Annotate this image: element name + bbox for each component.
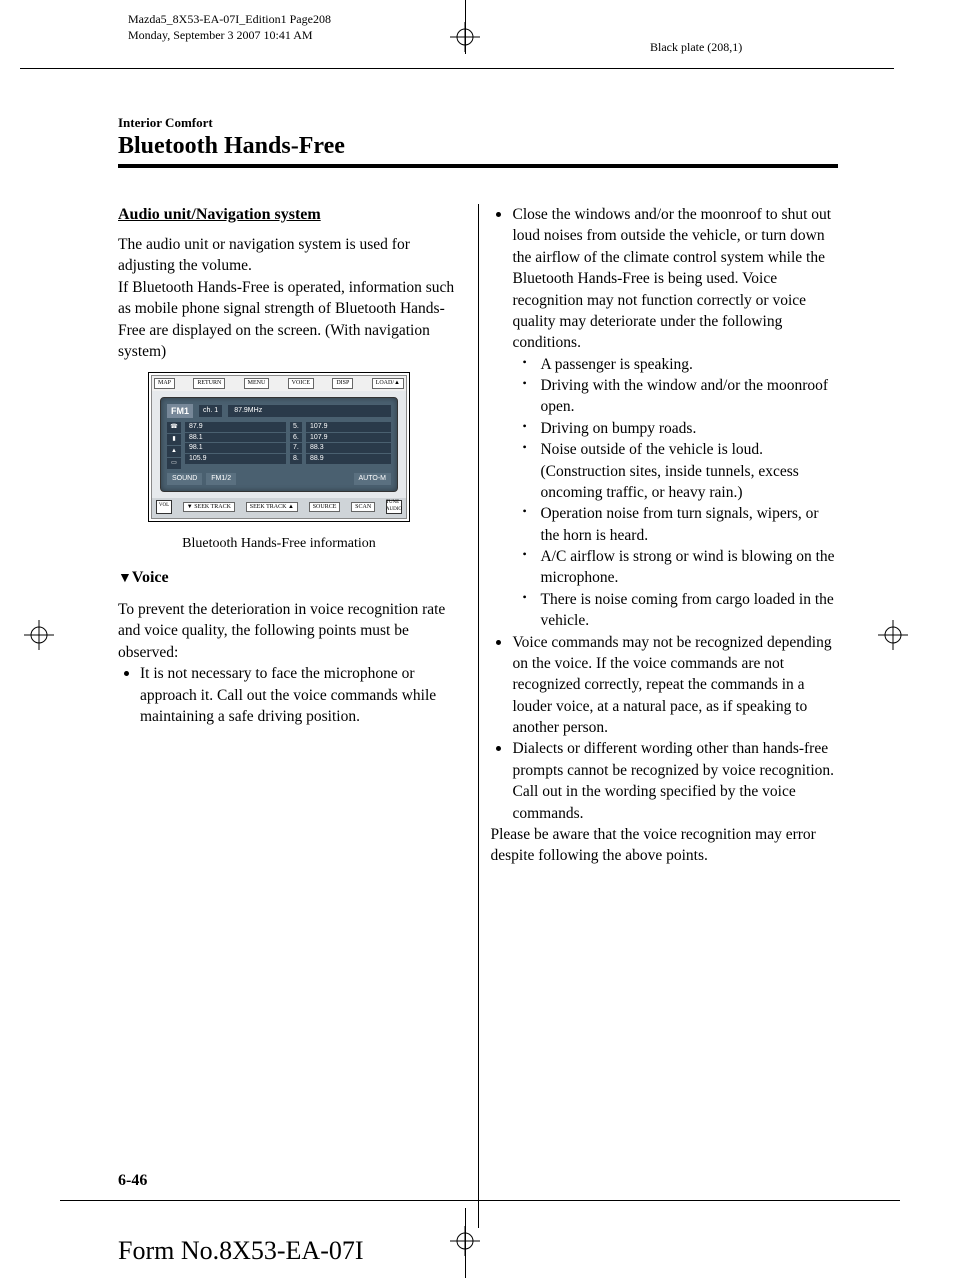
print-header-line1: Mazda5_8X53-EA-07I_Edition1 Page208 — [128, 12, 331, 28]
crop-mark — [20, 68, 894, 69]
radio-button-menu: MENU — [244, 378, 270, 388]
preset-num: 7. — [290, 443, 302, 453]
preset-row: 88.1 — [185, 433, 286, 443]
sub-list-item: Operation noise from turn signals, wiper… — [512, 503, 838, 546]
antenna-icon: ▲ — [167, 446, 181, 457]
preset-num: 8. — [290, 454, 302, 464]
preset-freq: 98.1 — [185, 443, 286, 453]
column-divider — [478, 204, 479, 1228]
radio-button-source: SOURCE — [309, 502, 341, 512]
phone-icon: ☎ — [167, 422, 181, 433]
left-column: Audio unit/Navigation system The audio u… — [118, 204, 466, 1228]
sub-list-item: Driving on bumpy roads. — [512, 418, 838, 439]
registration-mark-icon — [24, 620, 54, 655]
sub-list-item: Driving with the window and/or the moonr… — [512, 375, 838, 418]
radio-button-map: MAP — [154, 378, 175, 388]
section-title: Bluetooth Hands-Free — [118, 133, 838, 168]
registration-mark-icon — [878, 620, 908, 655]
preset-row: 6. 107.9 — [290, 433, 391, 443]
preset-row: 8. 88.9 — [290, 454, 391, 464]
fm-badge: FM1 — [167, 404, 193, 418]
screen-button-autom: AUTO-M — [354, 473, 391, 485]
radio-button-seek-down: ▼ SEEK TRACK — [183, 502, 235, 512]
preset-freq: 107.9 — [306, 422, 391, 432]
registration-mark-icon — [450, 1226, 480, 1261]
sub-list-item: Noise outside of the vehicle is loud. (C… — [512, 439, 838, 503]
registration-mark-icon — [450, 22, 480, 57]
preset-freq: 88.1 — [185, 433, 286, 443]
form-number: Form No.8X53-EA-07I — [118, 1236, 364, 1266]
voice-intro: To prevent the deterioration in voice re… — [118, 599, 466, 663]
list-item: Dialects or different wording other than… — [490, 738, 838, 824]
preset-freq: 87.9 — [185, 422, 286, 432]
preset-row: 105.9 — [185, 454, 286, 464]
radio-presets: ☎ ▮ ▲ ▭ 87.9 88.1 98.1 105.9 — [167, 422, 391, 469]
print-header-line2: Monday, September 3 2007 10:41 AM — [128, 28, 331, 44]
preset-freq: 105.9 — [185, 454, 286, 464]
voice-heading: ▼Voice — [118, 567, 466, 589]
right-bullets: Close the windows and/or the moonroof to… — [490, 204, 838, 824]
radio-button-disp: DISP — [332, 378, 353, 388]
channel-badge: ch. 1 — [199, 405, 222, 417]
preset-freq: 88.3 — [306, 443, 391, 453]
preset-num: 5. — [290, 422, 302, 432]
radio-button-return: RETURN — [193, 378, 225, 388]
sub-list-item: A/C airflow is strong or wind is blowing… — [512, 546, 838, 589]
radio-bottom-buttons: VOL ▼ SEEK TRACK SEEK TRACK ▲ SOURCE SCA… — [152, 498, 406, 518]
voice-bullets: It is not necessary to face the micropho… — [118, 663, 466, 727]
radio-button-voice: VOICE — [288, 378, 314, 388]
closing-paragraph: Please be aware that the voice recogniti… — [490, 824, 838, 867]
figure-caption: Bluetooth Hands-Free information — [148, 534, 410, 553]
page-content: Interior Comfort Bluetooth Hands-Free Au… — [118, 115, 838, 1228]
radio-button-scan: SCAN — [351, 502, 375, 512]
black-plate-label: Black plate (208,1) — [650, 40, 742, 55]
radio-screen: FM1 ch. 1 87.9MHz ☎ ▮ ▲ ▭ — [160, 397, 398, 492]
radio-screen-footer: SOUND FM1/2 AUTO-M — [167, 473, 391, 485]
preset-freq: 107.9 — [306, 433, 391, 443]
volume-knob: VOL — [156, 500, 172, 514]
preset-row: 87.9 — [185, 422, 286, 432]
audio-heading: Audio unit/Navigation system — [118, 204, 466, 226]
radio-button-seek-up: SEEK TRACK ▲ — [246, 502, 298, 512]
screen-button-fm: FM1/2 — [206, 473, 236, 485]
list-item: Close the windows and/or the moonroof to… — [490, 204, 838, 632]
radio-button-load: LOAD/▲ — [372, 378, 404, 388]
print-header: Mazda5_8X53-EA-07I_Edition1 Page208 Mond… — [128, 12, 331, 43]
radio-frame: MAP RETURN MENU VOICE DISP LOAD/▲ FM1 ch… — [148, 372, 410, 521]
screen-button-sound: SOUND — [167, 473, 202, 485]
presets-left: 87.9 88.1 98.1 105.9 — [185, 422, 286, 469]
preset-freq: 88.9 — [306, 454, 391, 464]
tune-knob: TUNE AUDIO — [386, 500, 402, 514]
audio-paragraph: The audio unit or navigation system is u… — [118, 234, 466, 362]
chapter-label: Interior Comfort — [118, 115, 838, 131]
radio-figure: MAP RETURN MENU VOICE DISP LOAD/▲ FM1 ch… — [148, 372, 410, 553]
radio-inner: MAP RETURN MENU VOICE DISP LOAD/▲ FM1 ch… — [151, 375, 407, 518]
page-number: 6-46 — [118, 1172, 147, 1190]
preset-row: 5. 107.9 — [290, 422, 391, 432]
bottom-rule — [60, 1200, 900, 1201]
frequency-main: 87.9MHz — [228, 405, 391, 417]
preset-num: 6. — [290, 433, 302, 443]
list-item: It is not necessary to face the micropho… — [118, 663, 466, 727]
voice-heading-text: Voice — [132, 569, 169, 586]
sub-bullets: A passenger is speaking. Driving with th… — [512, 354, 838, 632]
columns: Audio unit/Navigation system The audio u… — [118, 204, 838, 1228]
signal-icon: ▮ — [167, 434, 181, 445]
right-column: Close the windows and/or the moonroof to… — [490, 204, 838, 1228]
bluetooth-status-icons: ☎ ▮ ▲ ▭ — [167, 422, 181, 469]
presets-right: 5. 107.9 6. 107.9 7. 88.3 8. 88.9 — [290, 422, 391, 469]
sub-list-item: There is noise coming from cargo loaded … — [512, 589, 838, 632]
radio-screen-header: FM1 ch. 1 87.9MHz — [167, 404, 391, 418]
preset-row: 98.1 — [185, 443, 286, 453]
preset-row: 7. 88.3 — [290, 443, 391, 453]
list-item: Voice commands may not be recognized dep… — [490, 632, 838, 739]
battery-icon: ▭ — [167, 458, 181, 469]
sub-list-item: A passenger is speaking. — [512, 354, 838, 375]
radio-top-buttons: MAP RETURN MENU VOICE DISP LOAD/▲ — [152, 376, 406, 390]
bullet-text: Close the windows and/or the moonroof to… — [512, 206, 831, 351]
down-triangle-icon: ▼ — [118, 571, 132, 586]
